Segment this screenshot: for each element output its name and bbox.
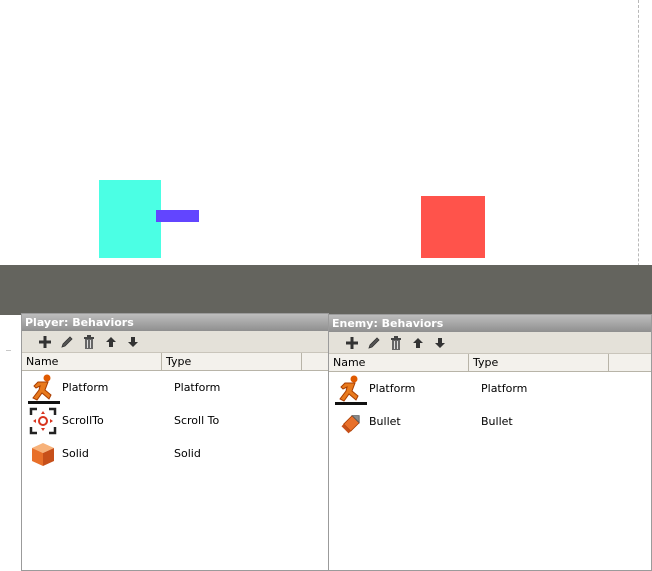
- column-headers: Name Type: [329, 354, 651, 372]
- behavior-name: ScrollTo: [62, 414, 104, 427]
- delete-behavior-button[interactable]: [78, 332, 100, 352]
- behavior-name: Solid: [62, 447, 89, 460]
- move-down-icon: [128, 336, 138, 347]
- gun-sprite[interactable]: [156, 210, 199, 222]
- enemy-behaviors-panel: Enemy: Behaviors Name Type Platform Plat…: [328, 314, 652, 571]
- platform-runner-icon: [28, 373, 58, 403]
- behavior-type: Platform: [481, 382, 528, 395]
- add-behavior-button[interactable]: [34, 332, 56, 352]
- move-down-button[interactable]: [429, 333, 451, 353]
- behavior-row-solid[interactable]: Solid Solid: [22, 437, 328, 470]
- behaviors-toolbar: [329, 332, 651, 354]
- column-filler: [609, 354, 651, 371]
- enemy-sprite[interactable]: [421, 196, 485, 258]
- delete-trash-icon: [391, 335, 401, 350]
- behavior-type: Scroll To: [174, 414, 220, 427]
- behaviors-list: Platform Platform ScrollTo Scroll To Sol…: [22, 371, 328, 470]
- behavior-name: Platform: [369, 382, 416, 395]
- add-icon: [39, 335, 51, 348]
- bullet-icon: [335, 407, 365, 437]
- column-type-header[interactable]: Type: [162, 353, 302, 370]
- move-up-icon: [106, 336, 116, 347]
- move-down-icon: [435, 337, 445, 348]
- move-up-button[interactable]: [407, 333, 429, 353]
- solid-cube-icon: [28, 439, 58, 469]
- layout-editor[interactable]: Player: Behaviors Name Type Platform Pla…: [0, 0, 652, 571]
- move-up-button[interactable]: [100, 332, 122, 352]
- behavior-type: Bullet: [481, 415, 513, 428]
- edit-behavior-button[interactable]: [56, 332, 78, 352]
- behaviors-toolbar: [22, 331, 328, 353]
- behaviors-list: Platform Platform Bullet Bullet: [329, 372, 651, 438]
- column-type-header[interactable]: Type: [469, 354, 609, 371]
- behavior-row-platform[interactable]: Platform Platform: [22, 371, 328, 404]
- column-headers: Name Type: [22, 353, 328, 371]
- delete-behavior-button[interactable]: [385, 333, 407, 353]
- edit-pencil-icon: [368, 336, 380, 349]
- behavior-name: Platform: [62, 381, 109, 394]
- add-behavior-button[interactable]: [341, 333, 363, 353]
- behavior-row-bullet[interactable]: Bullet Bullet: [329, 405, 651, 438]
- column-name-header[interactable]: Name: [22, 353, 162, 370]
- delete-trash-icon: [84, 334, 94, 349]
- behavior-row-platform[interactable]: Platform Platform: [329, 372, 651, 405]
- selection-indicator: [28, 401, 60, 404]
- ground-sprite[interactable]: [0, 265, 652, 315]
- behavior-type: Solid: [174, 447, 201, 460]
- column-filler: [302, 353, 328, 370]
- scroll-to-icon: [28, 406, 58, 436]
- panel-title: Player: Behaviors: [22, 314, 328, 331]
- edit-pencil-icon: [61, 335, 73, 348]
- platform-runner-icon: [335, 374, 365, 404]
- player-sprite[interactable]: [99, 180, 161, 258]
- move-up-icon: [413, 337, 423, 348]
- column-name-header[interactable]: Name: [329, 354, 469, 371]
- add-icon: [346, 336, 358, 349]
- selection-indicator: [335, 402, 367, 405]
- behavior-row-scrollto[interactable]: ScrollTo Scroll To: [22, 404, 328, 437]
- edit-behavior-button[interactable]: [363, 333, 385, 353]
- player-behaviors-panel: Player: Behaviors Name Type Platform Pla…: [21, 313, 329, 571]
- panel-title: Enemy: Behaviors: [329, 315, 651, 332]
- behavior-name: Bullet: [369, 415, 401, 428]
- ruler-tick: [6, 350, 11, 351]
- move-down-button[interactable]: [122, 332, 144, 352]
- behavior-type: Platform: [174, 381, 221, 394]
